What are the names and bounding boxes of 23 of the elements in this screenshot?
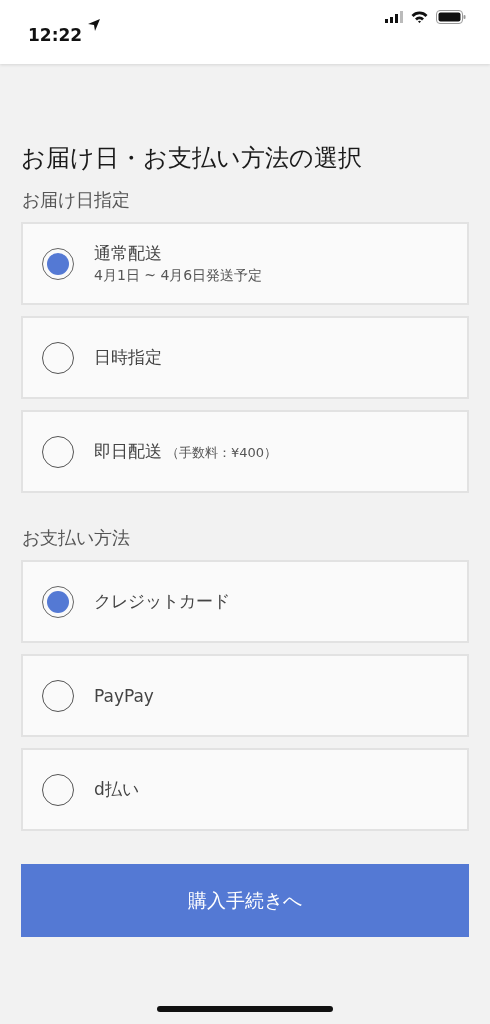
signal-icon bbox=[385, 11, 403, 23]
option-card[interactable]: 日時指定 bbox=[21, 316, 469, 399]
option-label: 日時指定 bbox=[94, 346, 162, 369]
option-card[interactable]: 通常配送 4月1日 ~ 4月6日発送予定 bbox=[21, 222, 469, 305]
option-card[interactable]: d払い bbox=[21, 748, 469, 831]
option-label: 通常配送 bbox=[94, 242, 162, 265]
option-card[interactable]: 即日配送 （手数料：¥400） bbox=[21, 410, 469, 493]
option-label: PayPay bbox=[94, 685, 154, 706]
wifi-icon bbox=[411, 11, 428, 23]
option-card[interactable]: クレジットカード bbox=[21, 560, 469, 643]
page-title: お届け日・お支払い方法の選択 bbox=[21, 143, 363, 174]
submit-button[interactable]: 購入手続きへ bbox=[21, 864, 469, 937]
battery-icon bbox=[436, 10, 466, 24]
section-label: お支払い方法 bbox=[22, 526, 131, 550]
option-subtitle: 4月1日 ~ 4月6日発送予定 bbox=[94, 267, 263, 285]
section-label: お届け日指定 bbox=[22, 188, 131, 212]
location-arrow-icon bbox=[88, 19, 101, 31]
option-label: 即日配送 bbox=[94, 440, 162, 463]
option-card[interactable]: PayPay bbox=[21, 654, 469, 737]
status-time: 12:22 bbox=[28, 25, 83, 45]
option-note: （手数料：¥400） bbox=[166, 444, 278, 462]
option-label: d払い bbox=[94, 778, 139, 801]
option-label: クレジットカード bbox=[94, 590, 230, 613]
